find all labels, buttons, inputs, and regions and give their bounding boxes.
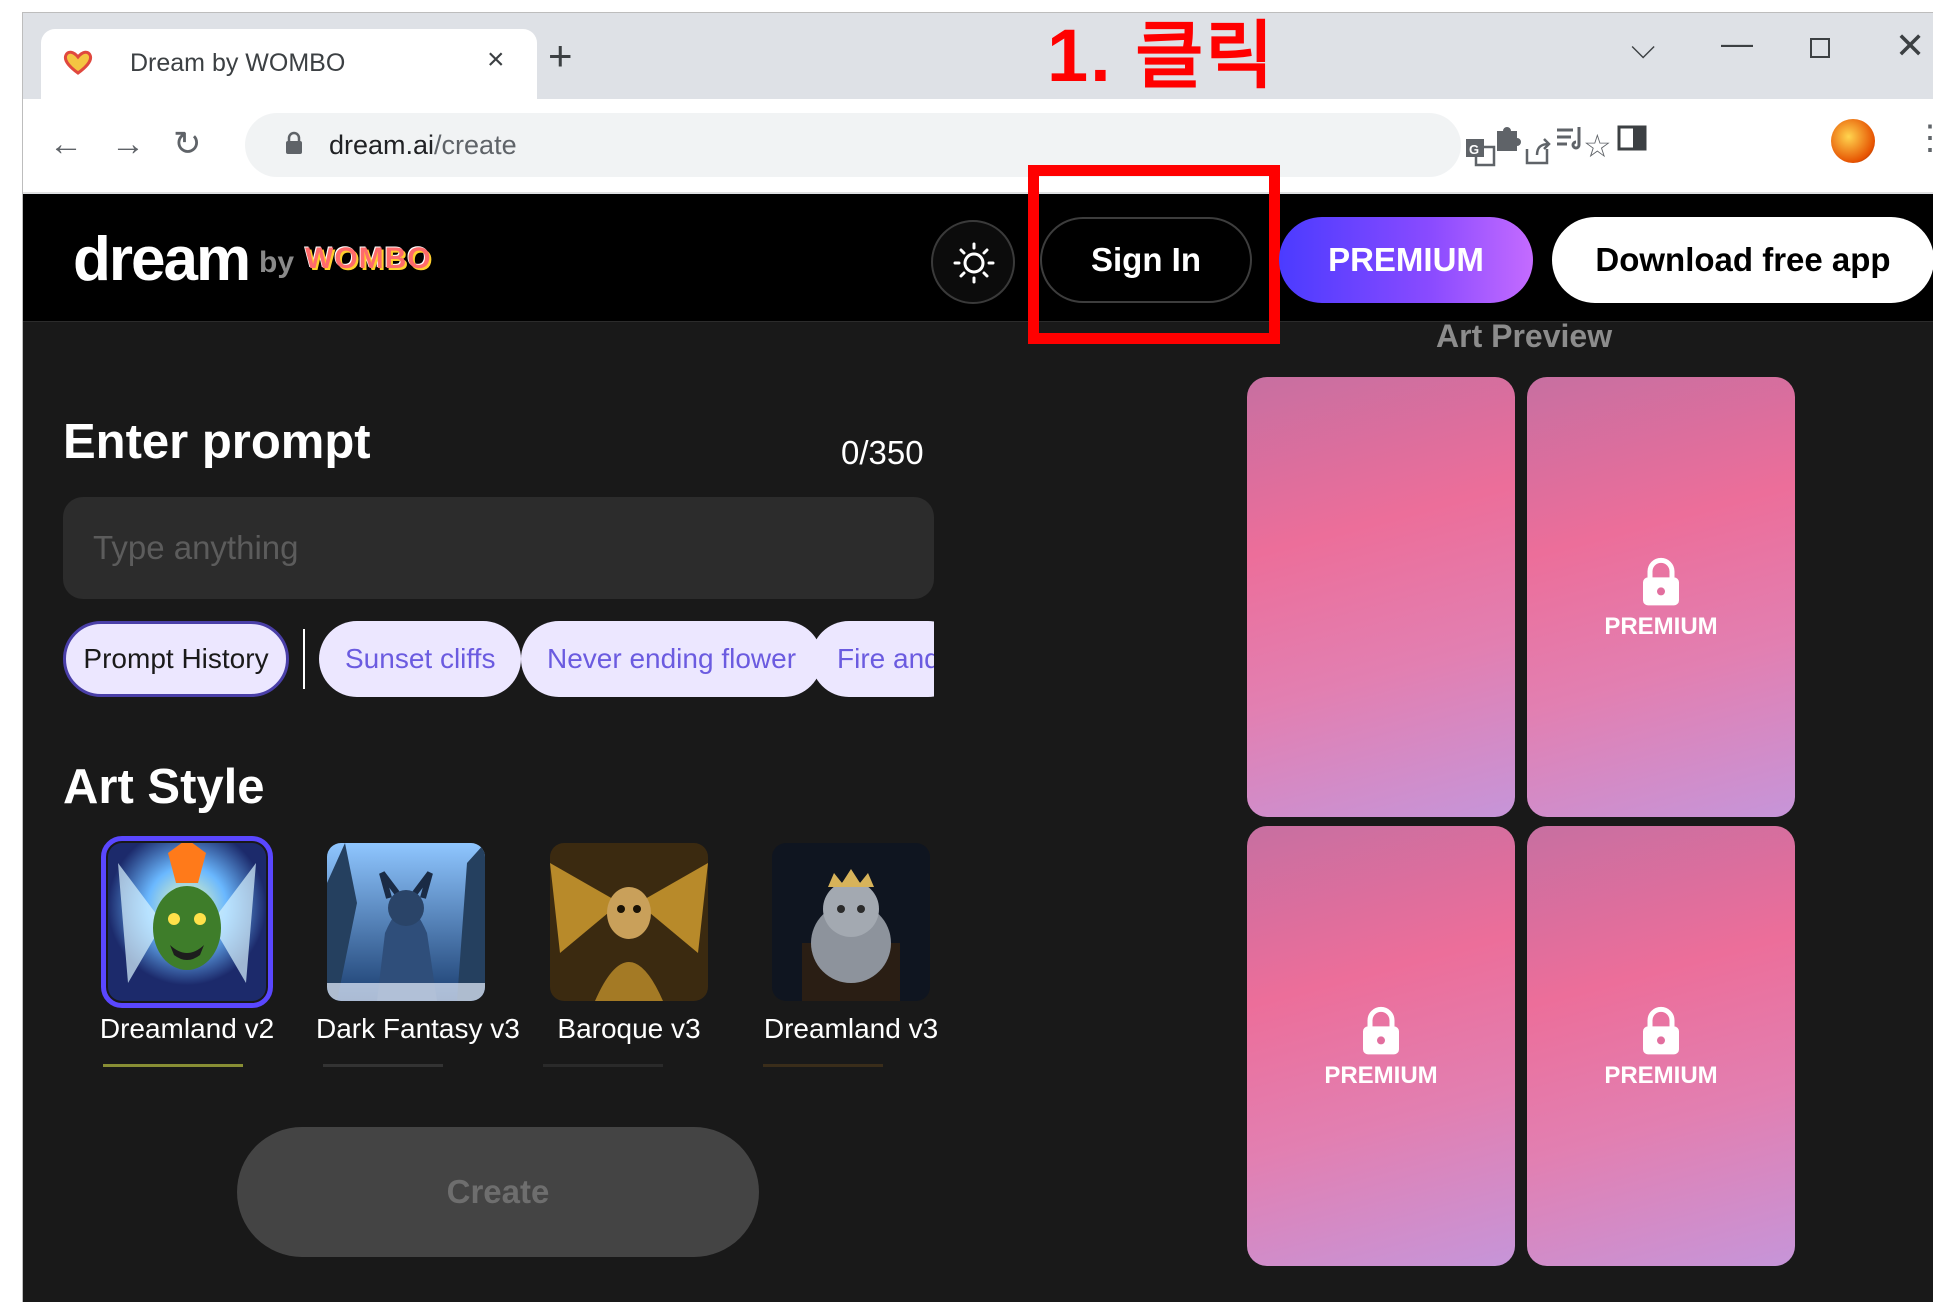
create-button[interactable]: Create bbox=[237, 1127, 759, 1257]
browser-tab[interactable]: Dream by WOMBO × bbox=[41, 29, 537, 99]
reading-list-icon[interactable] bbox=[1553, 121, 1587, 155]
back-icon[interactable]: ← bbox=[49, 127, 83, 161]
browser-toolbar: ← → ↻ dream.ai/create G ☆ bbox=[23, 99, 1933, 193]
bookmark-star-icon[interactable]: ☆ bbox=[1583, 127, 1617, 164]
preview-card[interactable]: PREMIUM bbox=[1527, 377, 1795, 817]
wombo-logo: WOMBO bbox=[305, 242, 432, 275]
lock-icon bbox=[286, 131, 302, 154]
prompt-heading: Enter prompt bbox=[63, 415, 371, 469]
style-option[interactable]: Dreamland v2 bbox=[97, 836, 277, 1045]
forward-icon[interactable]: → bbox=[111, 127, 145, 161]
instruction-annotation: 1. 클릭 bbox=[1047, 14, 1276, 97]
url-text: dream.ai/create bbox=[329, 130, 517, 160]
chip-divider bbox=[303, 629, 305, 689]
svg-text:G: G bbox=[1469, 142, 1479, 157]
suggestion-chip[interactable]: Sunset cliffs bbox=[319, 621, 522, 697]
logo-by-text: by bbox=[259, 246, 295, 279]
maximize-icon[interactable] bbox=[1809, 37, 1831, 59]
annotation-highlight-box bbox=[1028, 165, 1280, 344]
wombo-favicon-icon bbox=[63, 50, 93, 75]
style-label: Dreamland v2 bbox=[99, 1013, 275, 1044]
style-option[interactable]: Dreamland v3 bbox=[761, 843, 941, 1045]
preview-card bbox=[1247, 377, 1515, 817]
suggestion-chip[interactable]: Never ending flower bbox=[521, 621, 823, 697]
card-label: PREMIUM bbox=[1604, 1062, 1718, 1089]
style-thumbnail bbox=[101, 836, 273, 1008]
preview-card[interactable]: PREMIUM bbox=[1247, 826, 1515, 1266]
style-label: Dreamland v3 bbox=[763, 1013, 939, 1044]
art-style-heading: Art Style bbox=[63, 760, 265, 814]
style-label: Dark Fantasy v3 bbox=[316, 1013, 520, 1044]
prompt-input[interactable] bbox=[63, 497, 934, 599]
tab-search-chevron-icon[interactable]: ⌵ bbox=[1631, 29, 1655, 67]
preview-card[interactable]: PREMIUM bbox=[1527, 826, 1795, 1266]
browser-window: Dream by WOMBO × + 1. 클릭 ⌵ — ✕ ← → ↻ dre… bbox=[22, 12, 1933, 1302]
style-option[interactable]: Dark Fantasy v3 bbox=[316, 843, 520, 1045]
style-thumbnail bbox=[327, 843, 485, 1001]
menu-kebab-icon[interactable]: ⋮ bbox=[1913, 121, 1933, 155]
lock-icon bbox=[1643, 1006, 1679, 1055]
reload-icon[interactable]: ↻ bbox=[173, 127, 202, 161]
new-tab-icon[interactable]: + bbox=[548, 35, 573, 77]
close-window-icon[interactable]: ✕ bbox=[1895, 25, 1925, 67]
premium-button[interactable]: PREMIUM bbox=[1279, 217, 1533, 303]
tab-title: Dream by WOMBO bbox=[130, 49, 346, 77]
share-icon[interactable] bbox=[1521, 135, 1555, 169]
extensions-icon[interactable] bbox=[1491, 121, 1525, 155]
theme-toggle-button[interactable] bbox=[931, 220, 1015, 304]
card-label: PREMIUM bbox=[1604, 613, 1718, 640]
lock-icon bbox=[1643, 557, 1679, 606]
profile-avatar[interactable] bbox=[1831, 119, 1875, 163]
minimize-icon[interactable]: — bbox=[1721, 25, 1753, 62]
tab-strip: Dream by WOMBO × + 1. 클릭 ⌵ — ✕ bbox=[23, 13, 1933, 99]
sun-icon bbox=[953, 242, 995, 284]
lock-icon bbox=[1363, 1006, 1399, 1055]
card-label: PREMIUM bbox=[1324, 1062, 1438, 1089]
tab-close-icon[interactable]: × bbox=[487, 43, 505, 77]
style-thumbnail bbox=[550, 843, 708, 1001]
art-preview-heading: Art Preview bbox=[1436, 318, 1613, 354]
dream-page: dream by WOMBO Sign In PREMIUM Download … bbox=[23, 165, 1933, 1302]
style-option[interactable]: Baroque v3 bbox=[539, 843, 719, 1045]
style-label: Baroque v3 bbox=[557, 1013, 701, 1044]
site-header: dream by WOMBO Sign In PREMIUM Download … bbox=[23, 165, 1933, 344]
style-thumbnail bbox=[772, 843, 930, 1001]
dream-logo[interactable]: dream bbox=[73, 224, 251, 295]
download-app-button[interactable]: Download free app bbox=[1552, 217, 1933, 303]
char-counter: 0/350 bbox=[841, 434, 924, 471]
suggestion-chip[interactable]: Fire and bbox=[811, 621, 934, 697]
side-panel-icon[interactable] bbox=[1615, 121, 1649, 155]
more-styles-hint bbox=[103, 1064, 883, 1067]
prompt-history-button[interactable]: Prompt History bbox=[63, 621, 289, 697]
prompt-suggestions: Prompt History Sunset cliffs Never endin… bbox=[63, 621, 934, 699]
